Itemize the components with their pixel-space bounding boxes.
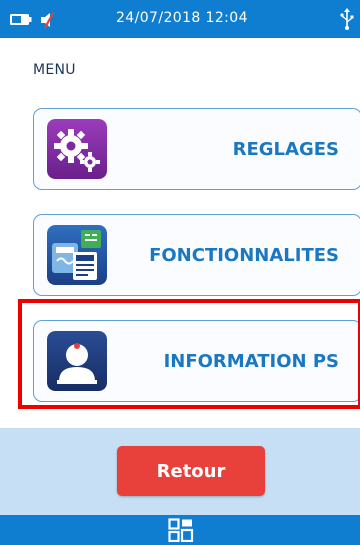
mute-icon xyxy=(41,12,54,29)
battery-icon xyxy=(10,14,32,25)
usb-icon xyxy=(340,8,354,30)
menu-item-label: FONCTIONNALITES xyxy=(149,244,339,266)
status-datetime: 24/07/2018 12:04 xyxy=(116,10,248,26)
selection-highlight xyxy=(18,299,360,409)
back-button[interactable]: Retour xyxy=(117,446,265,496)
menu-item-reglages[interactable]: REGLAGES xyxy=(33,108,360,190)
settings-gears-icon xyxy=(47,119,107,179)
features-icon xyxy=(47,225,107,285)
status-bar: 24/07/2018 12:04 xyxy=(0,0,360,38)
menu-item-label: REGLAGES xyxy=(232,138,339,160)
apps-grid-icon[interactable] xyxy=(168,518,194,542)
page-title: MENU xyxy=(33,62,76,78)
menu-item-fonctionnalites[interactable]: FONCTIONNALITES xyxy=(33,214,360,296)
